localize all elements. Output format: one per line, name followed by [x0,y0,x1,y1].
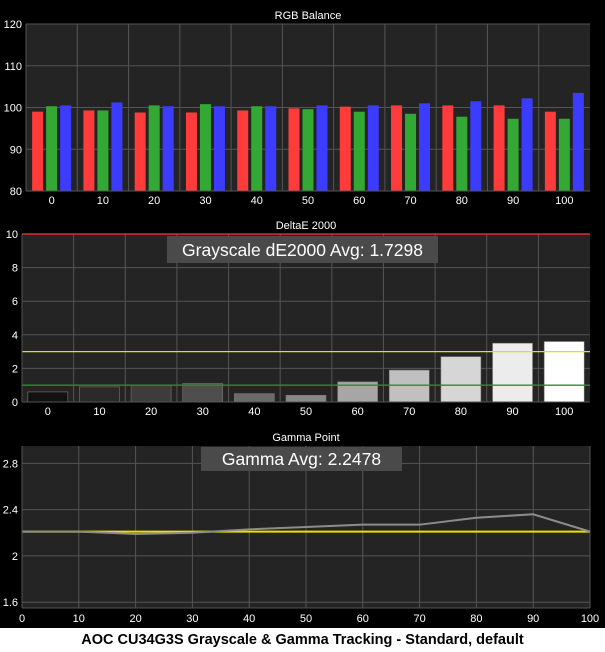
rgb-balance-bar [367,105,379,191]
gamma-x-tick: 10 [73,613,85,625]
rgb-balance-bar [507,118,519,191]
gamma-x-tick: 0 [19,613,25,625]
rgb-balance-bar [544,111,556,191]
rgb-balance-bar [162,106,174,191]
deltae-x-tick: 70 [403,406,415,418]
rgb-balance-bar [46,106,58,191]
deltae-bar [182,383,224,403]
rgb-balance-bar [302,109,314,191]
rgb-balance-x-tick: 70 [404,195,416,207]
gamma-y-tick: 2 [12,551,18,563]
gamma-x-tick: 20 [129,613,141,625]
rgb-balance-bar [213,106,225,191]
gamma-average-label: Gamma Avg: 2.2478 [222,449,381,469]
rgb-balance-bar [199,104,211,191]
figure-caption: AOC CU34G3S Grayscale & Gamma Tracking -… [0,628,605,652]
rgb-balance-bar [148,105,160,191]
deltae-bar [79,386,120,403]
chart-canvas: RGB Balance80901001101200 10 20 30 40 50 60 70 8… [0,0,605,628]
deltae-bar [440,356,482,403]
rgb-balance-bar [558,118,570,191]
rgb-balance-bar [419,103,431,191]
rgb-balance-bar [185,112,197,191]
calibration-report: RGB Balance 80 90 100 110 120 0 10 20 30 40 50 60 70 8… [0,0,605,652]
rgb-balance-bar [32,111,44,191]
rgb-balance-bar [493,105,505,191]
rgb-balance-bar [60,105,72,191]
rgb-balance-y-tick: 120 [4,19,22,31]
deltae-x-tick: 0 [45,406,51,418]
gamma-title: Gamma Point [272,432,339,444]
deltae-y-tick: 4 [12,330,18,342]
rgb-balance-bar [83,110,95,191]
rgb-balance-x-tick: 80 [456,195,468,207]
rgb-balance-bar [391,105,403,191]
gamma-x-tick: 40 [243,613,255,625]
gamma-x-tick: 90 [527,613,539,625]
rgb-balance-x-tick: 60 [353,195,365,207]
deltae-x-tick: 90 [506,406,518,418]
gamma-x-tick: 60 [357,613,369,625]
deltae-x-tick: 50 [300,406,312,418]
deltae-y-tick: 0 [12,397,18,409]
rgb-balance-bar [134,112,146,191]
deltae-y-tick: 10 [6,229,18,241]
gamma-y-tick: 2.4 [3,505,18,517]
rgb-balance-bar [470,101,482,191]
rgb-balance-x-tick: 50 [302,195,314,207]
deltae-x-tick: 80 [455,406,467,418]
rgb-balance-bar [339,106,351,191]
gamma-x-tick: 70 [413,613,425,625]
gamma-x-tick: 30 [186,613,198,625]
rgb-balance-bar [442,105,454,191]
rgb-balance-x-tick: 90 [507,195,519,207]
rgb-balance-bar [97,110,109,191]
rgb-balance-bar [572,92,584,191]
gamma-x-tick: 100 [581,613,599,625]
deltae-title: DeltaE 2000 [276,220,337,232]
rgb-balance-x-tick: 10 [97,195,109,207]
rgb-balance-bar [405,113,417,191]
deltae-x-tick: 40 [248,406,260,418]
rgb-balance-x-tick: 20 [148,195,160,207]
deltae-x-tick: 20 [145,406,157,418]
rgb-balance-y-tick: 110 [4,61,22,73]
deltae-y-tick: 2 [12,363,18,375]
deltae-bar [234,393,275,403]
rgb-balance-bar [251,106,263,191]
deltae-bar [27,391,69,403]
rgb-balance-bar [111,102,123,191]
rgb-balance-bar [521,98,533,191]
rgb-balance-x-tick: 100 [555,195,573,207]
rgb-balance-bar [265,106,277,191]
rgb-balance-y-tick: 90 [10,144,22,156]
gamma-y-tick: 2.8 [3,458,18,470]
deltae-bar [543,341,585,403]
rgb-balance-y-tick: 80 [10,186,22,198]
deltae-x-tick: 100 [555,406,573,418]
deltae-x-tick: 30 [197,406,209,418]
deltae-bar [130,384,172,403]
deltae-bar [285,394,327,403]
rgb-balance-bar [456,116,468,191]
rgb-balance-bar [288,108,300,191]
rgb-balance-bar [237,110,249,191]
deltae-y-tick: 8 [12,263,18,275]
gamma-y-tick: 1.6 [3,597,18,609]
deltae-average-label: Grayscale dE2000 Avg: 1.7298 [182,240,423,260]
deltae-y-tick: 6 [12,296,18,308]
rgb-balance-x-tick: 0 [49,195,55,207]
deltae-bar [388,369,430,403]
rgb-balance-x-tick: 30 [199,195,211,207]
deltae-x-tick: 60 [352,406,364,418]
rgb-balance-x-tick: 40 [251,195,263,207]
rgb-balance-bar [316,105,328,191]
rgb-balance-y-tick: 100 [4,103,22,115]
gamma-x-tick: 50 [300,613,312,625]
rgb-balance-title: RGB Balance [275,10,342,22]
deltae-x-tick: 10 [93,406,105,418]
gamma-x-tick: 80 [470,613,482,625]
rgb-balance-bar [353,111,365,191]
